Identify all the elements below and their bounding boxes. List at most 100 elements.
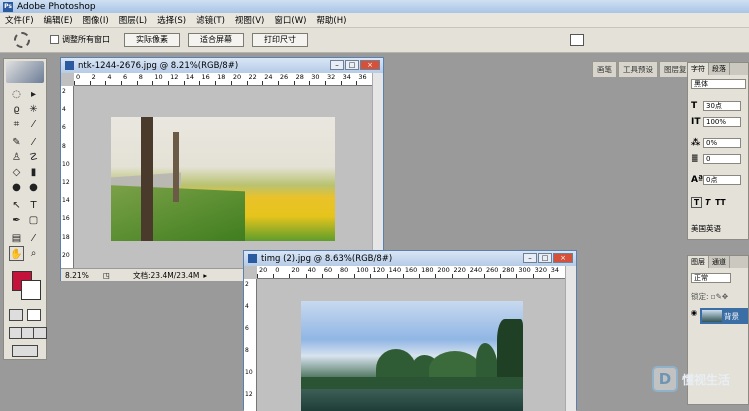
quick-mask-button[interactable] xyxy=(27,309,41,321)
screen-mode-full-button[interactable] xyxy=(33,327,47,339)
menu-file[interactable]: 文件(F) xyxy=(0,14,39,26)
all-caps-button[interactable]: TT xyxy=(715,198,725,207)
tab-layers[interactable]: 图层 xyxy=(688,256,709,268)
zoom-tool-preset-icon[interactable] xyxy=(14,32,30,48)
doc2-maximize-button[interactable]: □ xyxy=(538,253,552,263)
doc1-image-canola-field[interactable] xyxy=(111,117,335,241)
doc1-zoom-level[interactable]: 8.21% xyxy=(65,271,103,280)
tab-channels[interactable]: 通道 xyxy=(709,256,730,268)
doc2-horizontal-ruler: 20 0 20 40 60 80 100 120 140 160 180 200 220 240 260 28… xyxy=(257,266,565,279)
palette-well-icon[interactable] xyxy=(570,34,584,46)
ruler-tick-label: 28 xyxy=(295,73,304,81)
crop-tool-icon[interactable]: ⌗ xyxy=(9,117,24,132)
ruler-tick-label: 320 xyxy=(534,266,547,274)
ruler-tick-label: 32 xyxy=(326,73,336,81)
marquee-tool-icon[interactable]: ◌ xyxy=(9,87,24,102)
lock-icons[interactable]: ▫✎✥ xyxy=(711,292,729,301)
resize-windows-label: 调整所有窗口 xyxy=(62,35,110,44)
font-size-field[interactable]: 30点 xyxy=(703,101,741,111)
notes-tool-icon[interactable]: ▤ xyxy=(9,231,24,246)
zoom-tool-icon[interactable]: ⌕ xyxy=(26,246,41,261)
eyedropper-icon[interactable]: ⁄ xyxy=(26,231,41,246)
kerning-icon: ≣ xyxy=(691,154,699,164)
tab-character[interactable]: 字符 xyxy=(688,63,709,75)
doc2-canvas-area[interactable] xyxy=(257,279,565,411)
doc1-status-arrow-icon[interactable]: ◳ xyxy=(103,271,133,280)
vertical-scale-field[interactable]: 100% xyxy=(703,117,741,127)
doc1-titlebar[interactable]: ntk-1244-2676.jpg @ 8.21%(RGB/8#) – □ × xyxy=(61,58,383,73)
doc1-maximize-button[interactable]: □ xyxy=(345,60,359,70)
background-color-swatch[interactable] xyxy=(21,280,41,300)
tracking-icon: ⁂ xyxy=(691,138,701,148)
layer-row-background[interactable]: ◉ 背景 xyxy=(688,308,748,324)
type-tool-icon[interactable]: T xyxy=(26,198,41,213)
layer-visibility-eye-icon[interactable]: ◉ xyxy=(688,308,700,324)
doc2-vertical-scrollbar[interactable] xyxy=(565,266,576,411)
resize-windows-checkbox[interactable] xyxy=(50,35,59,44)
doc1-vertical-scrollbar[interactable] xyxy=(372,73,383,268)
menu-help[interactable]: 帮助(H) xyxy=(311,14,351,26)
photoshop-app-icon: Ps xyxy=(3,1,13,12)
lasso-tool-icon[interactable]: ϱ xyxy=(9,102,24,117)
ruler-tick-label: 260 xyxy=(485,266,499,274)
language-select[interactable]: 美国英语 xyxy=(691,223,721,234)
document-window-2[interactable]: timg (2).jpg @ 8.63%(RGB/8#) – □ × 20 0 20… xyxy=(243,250,577,411)
baseline-shift-field[interactable]: 0点 xyxy=(703,175,741,185)
doc2-close-button[interactable]: × xyxy=(553,253,573,263)
standard-mode-button[interactable] xyxy=(9,309,23,321)
ruler-tick-label: 10 xyxy=(62,160,70,168)
well-tab-brushes[interactable]: 画笔 xyxy=(592,61,617,77)
doc1-canvas-area[interactable] xyxy=(74,86,372,268)
pen-tool-icon[interactable]: ✒ xyxy=(9,213,24,228)
blur-tool-icon[interactable]: ● xyxy=(9,180,24,195)
print-size-button[interactable]: 打印尺寸 xyxy=(252,33,308,47)
well-tab-tool-presets[interactable]: 工具预设 xyxy=(618,61,658,77)
move-tool-icon[interactable]: ▸ xyxy=(26,87,41,102)
doc1-close-button[interactable]: × xyxy=(360,60,380,70)
doc2-minimize-button[interactable]: – xyxy=(523,253,537,263)
menu-filter[interactable]: 滤镜(T) xyxy=(191,14,230,26)
photoshop-feather-icon[interactable] xyxy=(6,61,44,83)
doc2-image-karst-landscape[interactable] xyxy=(301,301,523,411)
faux-italic-button[interactable]: T xyxy=(705,198,710,207)
doc1-minimize-button[interactable]: – xyxy=(330,60,344,70)
gradient-tool-icon[interactable]: ▮ xyxy=(26,165,41,180)
doc1-status-menu-icon[interactable]: ▸ xyxy=(203,271,207,280)
menu-edit[interactable]: 编辑(E) xyxy=(39,14,78,26)
menu-window[interactable]: 窗口(W) xyxy=(269,14,311,26)
path-selection-icon[interactable]: ↖ xyxy=(9,198,24,213)
ruler-tick-label: 14 xyxy=(62,197,70,205)
actual-pixels-button[interactable]: 实际像素 xyxy=(124,33,180,47)
layer-thumbnail xyxy=(702,310,722,322)
hand-tool-icon[interactable]: ✋ xyxy=(9,246,24,261)
ruler-tick-label: 80 xyxy=(340,266,349,274)
doc2-vertical-ruler: 2 4 6 8 10 12 xyxy=(244,279,257,411)
slice-tool-icon[interactable]: ⁄ xyxy=(26,117,41,132)
tab-paragraph[interactable]: 段落 xyxy=(709,63,730,75)
kerning-field[interactable]: 0 xyxy=(703,154,741,164)
dodge-tool-icon[interactable]: ● xyxy=(26,180,41,195)
menu-layer[interactable]: 图层(L) xyxy=(114,14,152,26)
ruler-tick-label: 8 xyxy=(62,142,66,150)
document-window-1[interactable]: ntk-1244-2676.jpg @ 8.21%(RGB/8#) – □ × … xyxy=(60,57,384,281)
doc2-titlebar[interactable]: timg (2).jpg @ 8.63%(RGB/8#) – □ × xyxy=(244,251,576,266)
ruler-tick-label: 0 xyxy=(275,266,280,274)
jump-to-imageready-button[interactable] xyxy=(12,345,38,357)
brush-tool-icon[interactable]: ⁄ xyxy=(26,135,41,150)
ruler-tick-label: 6 xyxy=(62,124,66,132)
menu-image[interactable]: 图像(I) xyxy=(78,14,114,26)
clone-stamp-icon[interactable]: ♙ xyxy=(9,150,24,165)
shape-tool-icon[interactable]: ▢ xyxy=(26,213,41,228)
history-brush-icon[interactable]: ☡ xyxy=(26,150,41,165)
font-family-select[interactable]: 黑体 xyxy=(691,79,746,89)
magic-wand-icon[interactable]: ✳ xyxy=(26,102,41,117)
fit-screen-button[interactable]: 适合屏幕 xyxy=(188,33,244,47)
eraser-tool-icon[interactable]: ◇ xyxy=(9,165,24,180)
healing-brush-icon[interactable]: ✎ xyxy=(9,135,24,150)
menu-select[interactable]: 选择(S) xyxy=(152,14,191,26)
blend-mode-select[interactable]: 正常 xyxy=(691,273,731,283)
tracking-field[interactable]: 0% xyxy=(703,138,741,148)
ruler-tick-label: 26 xyxy=(279,73,289,81)
menu-view[interactable]: 视图(V) xyxy=(230,14,269,26)
faux-bold-button[interactable]: T xyxy=(691,197,703,208)
